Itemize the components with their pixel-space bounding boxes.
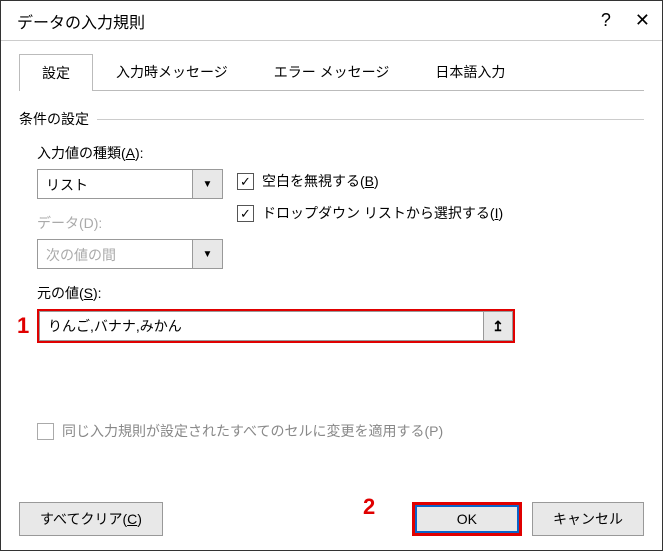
data-label: データ(D): <box>37 213 237 233</box>
ok-button[interactable]: OK <box>412 502 522 536</box>
in-cell-dropdown-label: ドロップダウン リストから選択する(I) <box>262 203 503 223</box>
checkbox-checked-icon: ✓ <box>237 205 254 222</box>
tab-error-message[interactable]: エラー メッセージ <box>251 53 413 90</box>
chevron-down-icon: ▼ <box>193 239 223 269</box>
tab-strip: 設定 入力時メッセージ エラー メッセージ 日本語入力 <box>19 53 644 91</box>
help-button[interactable]: ? <box>601 10 611 31</box>
apply-changes-checkbox: 同じ入力規則が設定されたすべてのセルに変更を適用する(P) <box>37 421 644 441</box>
allow-label: 入力値の種類(A): <box>37 143 237 163</box>
dialog-title: データの入力規則 <box>17 9 145 33</box>
source-input[interactable] <box>39 311 483 341</box>
source-label: 元の値(S): <box>37 283 644 303</box>
tab-settings[interactable]: 設定 <box>19 54 93 91</box>
dialog-content: 設定 入力時メッセージ エラー メッセージ 日本語入力 条件の設定 入力値の種類… <box>1 41 662 457</box>
checkbox-checked-icon: ✓ <box>237 173 254 190</box>
criteria-legend: 条件の設定 <box>19 109 644 129</box>
ignore-blank-label: 空白を無視する(B) <box>262 171 379 191</box>
clear-all-button[interactable]: すべてクリア(C) <box>19 502 163 536</box>
source-input-highlight: ↥ <box>37 309 515 343</box>
chevron-down-icon[interactable]: ▼ <box>193 169 223 199</box>
data-combo: 次の値の間 ▼ <box>37 239 223 269</box>
dialog-footer: すべてクリア(C) OK キャンセル <box>19 502 644 536</box>
cancel-button[interactable]: キャンセル <box>532 502 644 536</box>
data-value: 次の値の間 <box>37 239 193 269</box>
tab-input-message[interactable]: 入力時メッセージ <box>93 53 251 90</box>
apply-changes-label: 同じ入力規則が設定されたすべてのセルに変更を適用する(P) <box>62 421 443 441</box>
checkbox-unchecked-icon <box>37 423 54 440</box>
collapse-dialog-icon: ↥ <box>492 318 504 335</box>
allow-value: リスト <box>37 169 193 199</box>
ignore-blank-checkbox[interactable]: ✓ 空白を無視する(B) <box>237 171 503 191</box>
in-cell-dropdown-checkbox[interactable]: ✓ ドロップダウン リストから選択する(I) <box>237 203 503 223</box>
titlebar: データの入力規則 ? ✕ <box>1 1 662 41</box>
range-selector-button[interactable]: ↥ <box>483 311 513 341</box>
allow-combo[interactable]: リスト ▼ <box>37 169 223 199</box>
close-button[interactable]: ✕ <box>635 10 650 31</box>
tab-ime[interactable]: 日本語入力 <box>412 53 528 90</box>
annotation-1: 1 <box>17 313 29 339</box>
titlebar-controls: ? ✕ <box>601 10 650 31</box>
